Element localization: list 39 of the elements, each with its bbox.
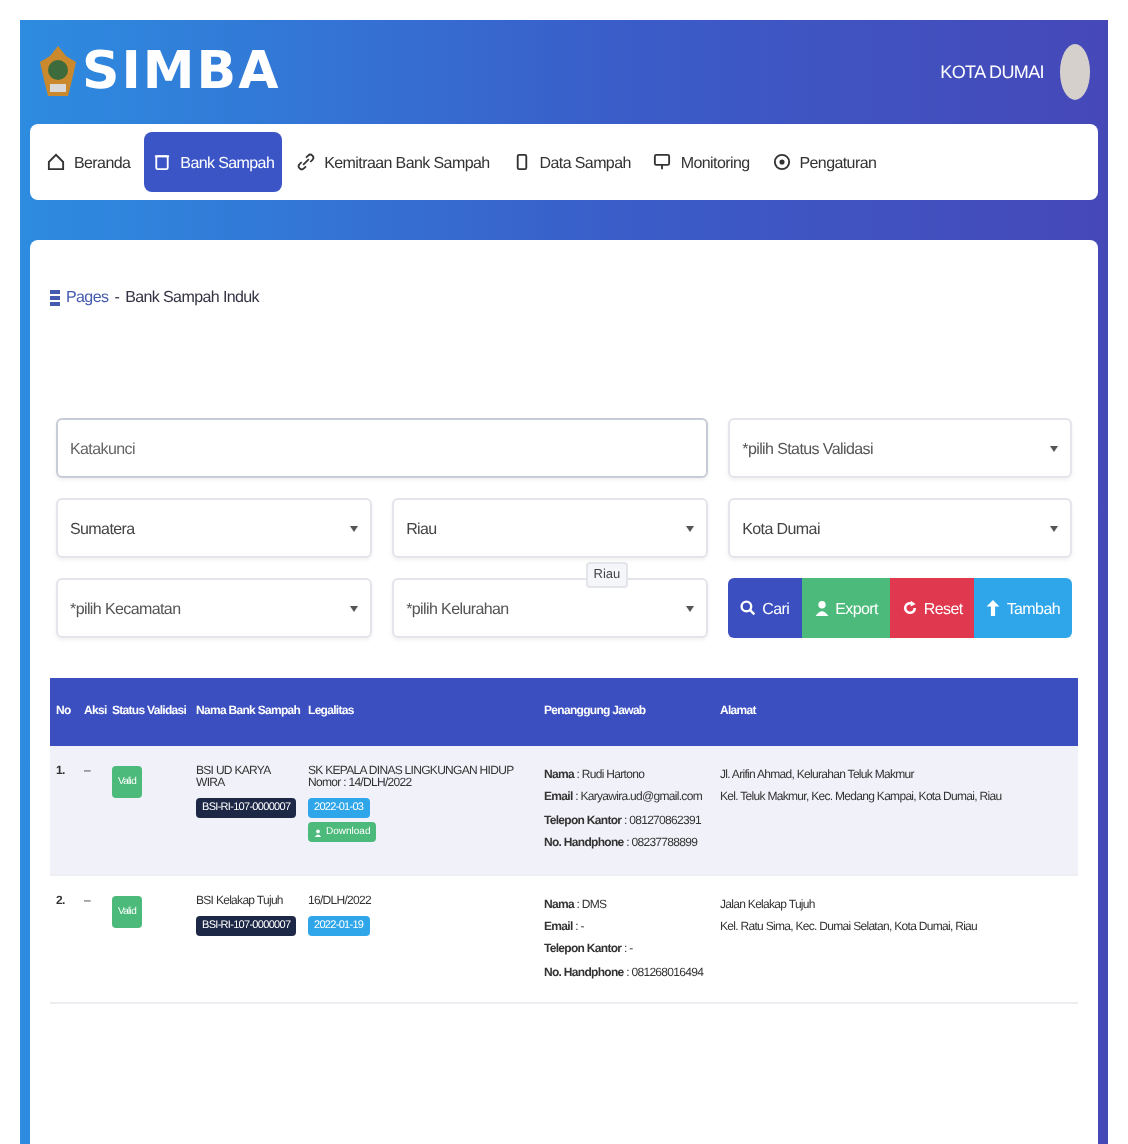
select-field[interactable]: Sumatera (56, 498, 373, 558)
nav-tab[interactable]: Kemitraan Bank Sampah (288, 132, 498, 192)
refresh-icon (901, 600, 918, 616)
caret-icon (1050, 525, 1058, 531)
breadcrumb-current: Bank Sampah Induk (125, 288, 260, 306)
caret-icon (1050, 445, 1058, 451)
home-icon (46, 152, 66, 172)
search-icon (740, 600, 757, 616)
select-field[interactable]: Kota Dumai (728, 498, 1072, 558)
settings-icon (771, 152, 792, 172)
breadcrumb-link[interactable]: Pages (66, 288, 109, 306)
reset-button[interactable]: Reset (889, 578, 975, 638)
avatar[interactable] (1060, 44, 1090, 100)
user-icon (813, 600, 830, 616)
select-field[interactable]: Riau (392, 498, 709, 558)
breadcrumb-separator: - (114, 288, 120, 306)
caret-icon (350, 605, 359, 611)
nav-tab[interactable]: Monitoring (644, 132, 758, 192)
monitor-icon (652, 152, 673, 172)
bin-icon (152, 152, 173, 172)
user-icon (314, 827, 322, 837)
logo-text: SIMBA (82, 42, 281, 102)
user-name: KOTA DUMAI (940, 62, 1044, 82)
search-button[interactable]: Cari (728, 578, 802, 638)
logo-emblem-icon (38, 44, 78, 100)
link-icon (296, 152, 317, 172)
list-icon (50, 289, 60, 305)
nav-tab[interactable]: Pengaturan (763, 132, 885, 192)
keyword-field[interactable]: Katakunci (56, 418, 709, 478)
nav-tab[interactable]: Bank Sampah (144, 132, 283, 192)
select-field[interactable]: *pilih Status Validasi (728, 418, 1072, 478)
arrow-up-icon (986, 600, 1001, 616)
caret-icon (350, 525, 359, 531)
caret-icon (686, 605, 695, 611)
nav-tab[interactable]: Data Sampah (503, 132, 639, 192)
nav-tab[interactable]: Beranda (38, 132, 139, 192)
select-field[interactable]: *pilih Kelurahan (392, 578, 709, 638)
select-field[interactable]: *pilih Kecamatan (56, 578, 373, 638)
caret-icon (686, 525, 695, 531)
